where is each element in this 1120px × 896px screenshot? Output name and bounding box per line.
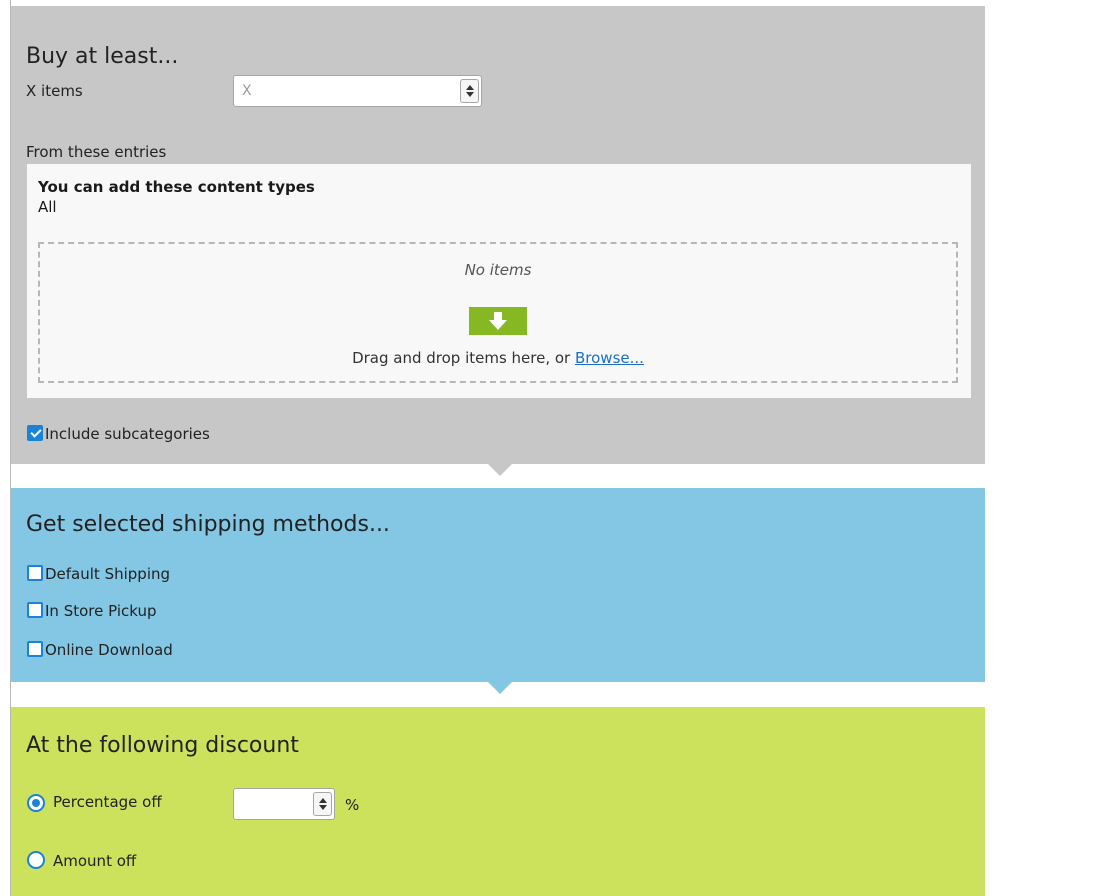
in-store-pickup-checkbox[interactable] [27,602,43,618]
decrement-arrow-icon[interactable] [466,92,474,97]
discount-section-title: At the following discount [26,733,299,758]
content-selector: You can add these content types All No i… [27,164,971,398]
left-frame-border [0,0,11,896]
section-pointer [488,682,512,694]
content-types-value: All [38,198,57,216]
percent-unit: % [345,796,360,814]
no-items-text: No items [464,261,532,279]
shipping-section-title: Get selected shipping methods... [26,512,390,537]
include-subcategories-label: Include subcategories [45,425,210,443]
increment-arrow-icon[interactable] [319,798,327,803]
percentage-off-radio[interactable] [27,794,45,812]
browse-link[interactable]: Browse... [575,349,644,367]
drop-zone[interactable]: No items Drag and drop items here, or Br… [38,242,958,383]
default-shipping-checkbox[interactable] [27,565,43,581]
in-store-pickup-label: In Store Pickup [45,602,157,620]
items-quantity-stepper[interactable]: X [233,75,482,107]
online-download-checkbox[interactable] [27,641,43,657]
discount-section: At the following discount Percentage off… [11,707,985,896]
entries-label: From these entries [26,143,167,161]
include-subcategories-checkbox[interactable] [27,425,43,441]
amount-off-label: Amount off [53,852,137,870]
percentage-stepper[interactable] [233,788,335,820]
items-label: X items [26,82,83,100]
items-spin-button[interactable] [460,79,479,103]
section-pointer [488,464,512,476]
amount-off-radio[interactable] [27,851,45,869]
buy-at-least-section: Buy at least... X items X From these ent… [11,6,985,476]
buy-section-title: Buy at least... [26,44,179,69]
drop-hint: Drag and drop items here, or Browse... [40,349,956,367]
percentage-spin-button[interactable] [313,792,332,816]
content-types-title: You can add these content types [38,178,315,196]
shipping-methods-section: Get selected shipping methods... Default… [11,488,985,694]
online-download-label: Online Download [45,641,173,659]
default-shipping-label: Default Shipping [45,565,171,583]
drop-hint-text: Drag and drop items here, or [352,349,575,367]
increment-arrow-icon[interactable] [466,85,474,90]
items-placeholder: X [242,83,252,99]
drop-arrow-icon [469,307,527,335]
decrement-arrow-icon[interactable] [319,805,327,810]
percentage-off-label: Percentage off [53,793,162,811]
